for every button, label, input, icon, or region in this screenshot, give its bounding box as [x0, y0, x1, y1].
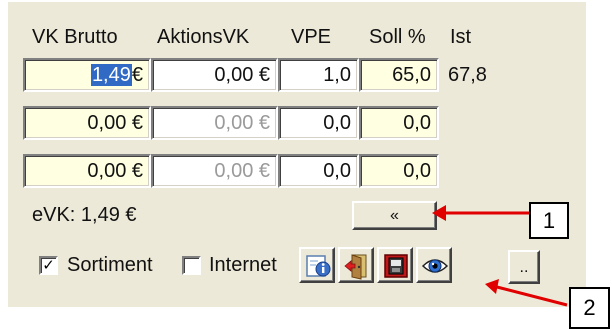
internet-checkbox[interactable]: [182, 256, 201, 275]
view-button[interactable]: [416, 247, 452, 283]
header-vk-brutto: VK Brutto: [32, 26, 118, 48]
header-soll: Soll %: [369, 26, 426, 48]
callout-2: 2: [569, 287, 610, 329]
vpe-field-row3[interactable]: 0,0: [278, 154, 359, 188]
aktions-vk-field-row3: 0,00 €: [151, 154, 278, 188]
header-aktions-vk: AktionsVK: [157, 26, 250, 48]
exit-door-icon: [344, 254, 367, 280]
header-vpe: VPE: [291, 26, 332, 48]
soll-field-row1[interactable]: 65,0: [359, 58, 439, 92]
vpe-field-row1[interactable]: 1,0: [278, 58, 359, 92]
info-icon: [306, 255, 331, 277]
more-button[interactable]: ..: [508, 250, 540, 284]
header-ist: Ist: [450, 26, 472, 48]
aktions-vk-field-row1[interactable]: 0,00 €: [151, 58, 278, 92]
internet-label: Internet: [209, 254, 277, 276]
exit-button[interactable]: [338, 247, 374, 283]
info-button[interactable]: [299, 247, 335, 283]
soll-field-row3[interactable]: 0,0: [359, 154, 439, 188]
vk-brutto-field-row3[interactable]: 0,00 €: [23, 154, 151, 188]
vk-brutto-field-row2[interactable]: 0,00 €: [23, 106, 151, 140]
ist-value-row1: 67,8: [448, 64, 487, 86]
collapse-button[interactable]: «: [352, 201, 437, 230]
currency-symbol: €: [131, 64, 143, 86]
evk-label: eVK: 1,49 €: [32, 204, 137, 226]
selected-text: 1,49: [90, 64, 132, 86]
eye-icon: [421, 259, 449, 273]
sortiment-checkbox[interactable]: ✓: [39, 256, 58, 275]
vpe-field-row2[interactable]: 0,0: [278, 106, 359, 140]
soll-field-row2[interactable]: 0,0: [359, 106, 439, 140]
callout-1: 1: [529, 202, 569, 239]
sortiment-label: Sortiment: [67, 254, 153, 276]
vk-brutto-field-row1[interactable]: 1,49€: [23, 58, 151, 92]
pricing-panel: VK Brutto AktionsVK VPE Soll % Ist 1,49€…: [8, 2, 586, 307]
stop-icon: [384, 254, 408, 278]
aktions-vk-field-row2: 0,00 €: [151, 106, 278, 140]
stop-button[interactable]: [377, 247, 413, 283]
